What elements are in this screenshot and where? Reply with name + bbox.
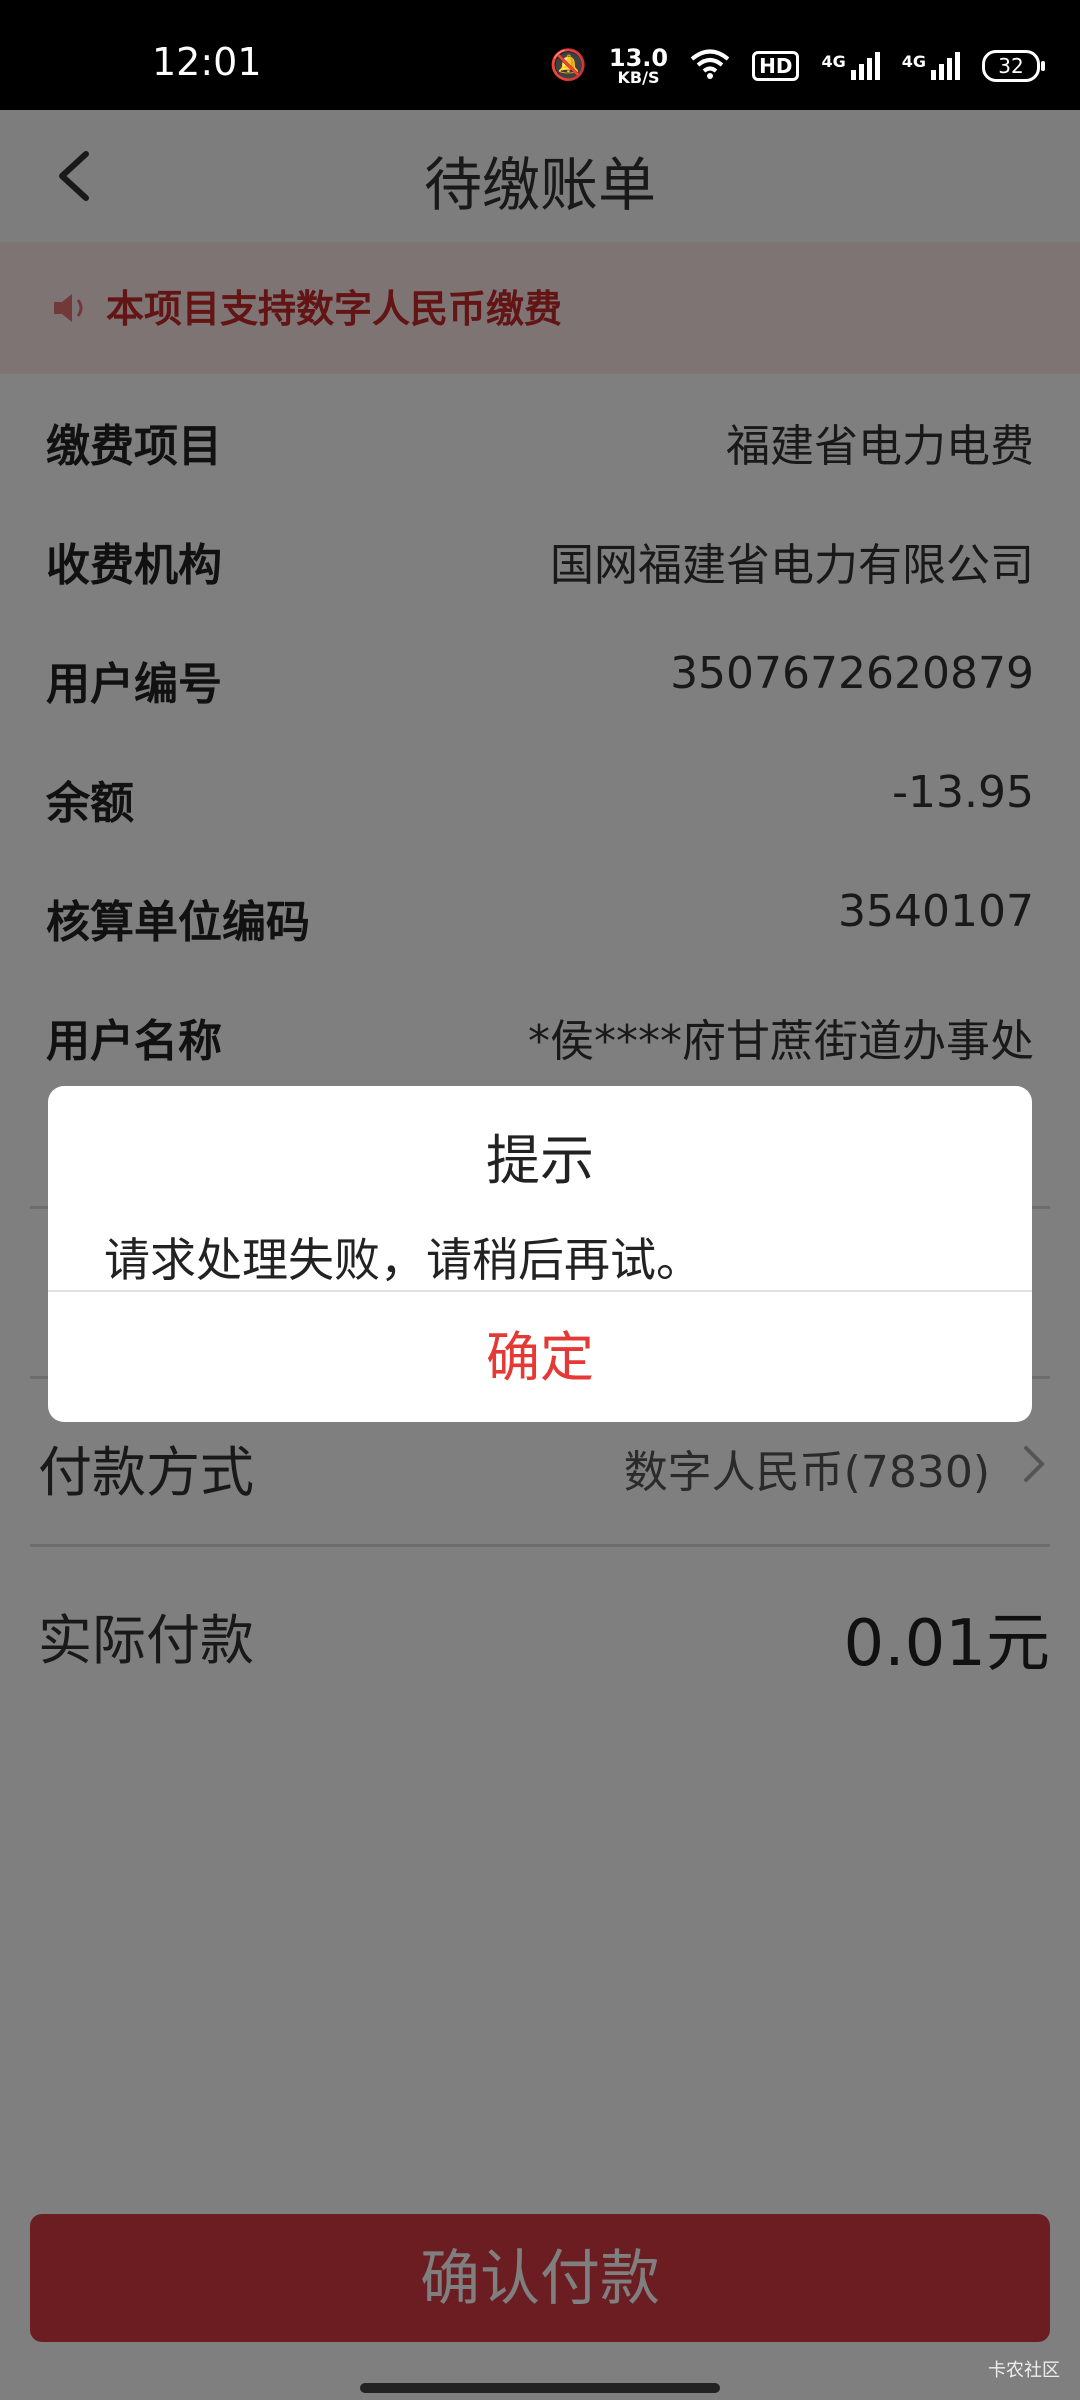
battery-icon: 32: [982, 50, 1045, 82]
status-time: 12:01: [152, 40, 262, 84]
net-speed: 13.0 KB/S: [609, 46, 668, 86]
dialog-ok-button[interactable]: 确定: [48, 1292, 1032, 1422]
home-indicator[interactable]: [360, 2383, 720, 2393]
dialog-message: 请求处理失败，请稍后再试。: [104, 1233, 702, 1287]
alert-dialog: 提示 请求处理失败，请稍后再试。 确定: [48, 1086, 1032, 1422]
net-speed-unit: KB/S: [617, 68, 660, 87]
signal2-label: 4G: [901, 52, 926, 71]
wifi-icon: [690, 48, 730, 84]
net-speed-value: 13.0: [608, 44, 669, 72]
dialog-title: 提示: [486, 1129, 594, 1192]
hd-icon: HD: [752, 51, 800, 81]
signal-icon-1: 4G: [821, 52, 880, 80]
status-icons: 🔕 13.0 KB/S HD 4G 4G 32: [549, 46, 1045, 86]
signal-icon-2: 4G: [902, 52, 960, 80]
status-bar: 12:01 🔕 13.0 KB/S HD 4G 4G 32: [0, 0, 1080, 110]
bell-muted-icon: 🔕: [549, 48, 587, 83]
signal1-label: 4G: [821, 52, 846, 71]
watermark: 卡农社区: [988, 2360, 1060, 2381]
